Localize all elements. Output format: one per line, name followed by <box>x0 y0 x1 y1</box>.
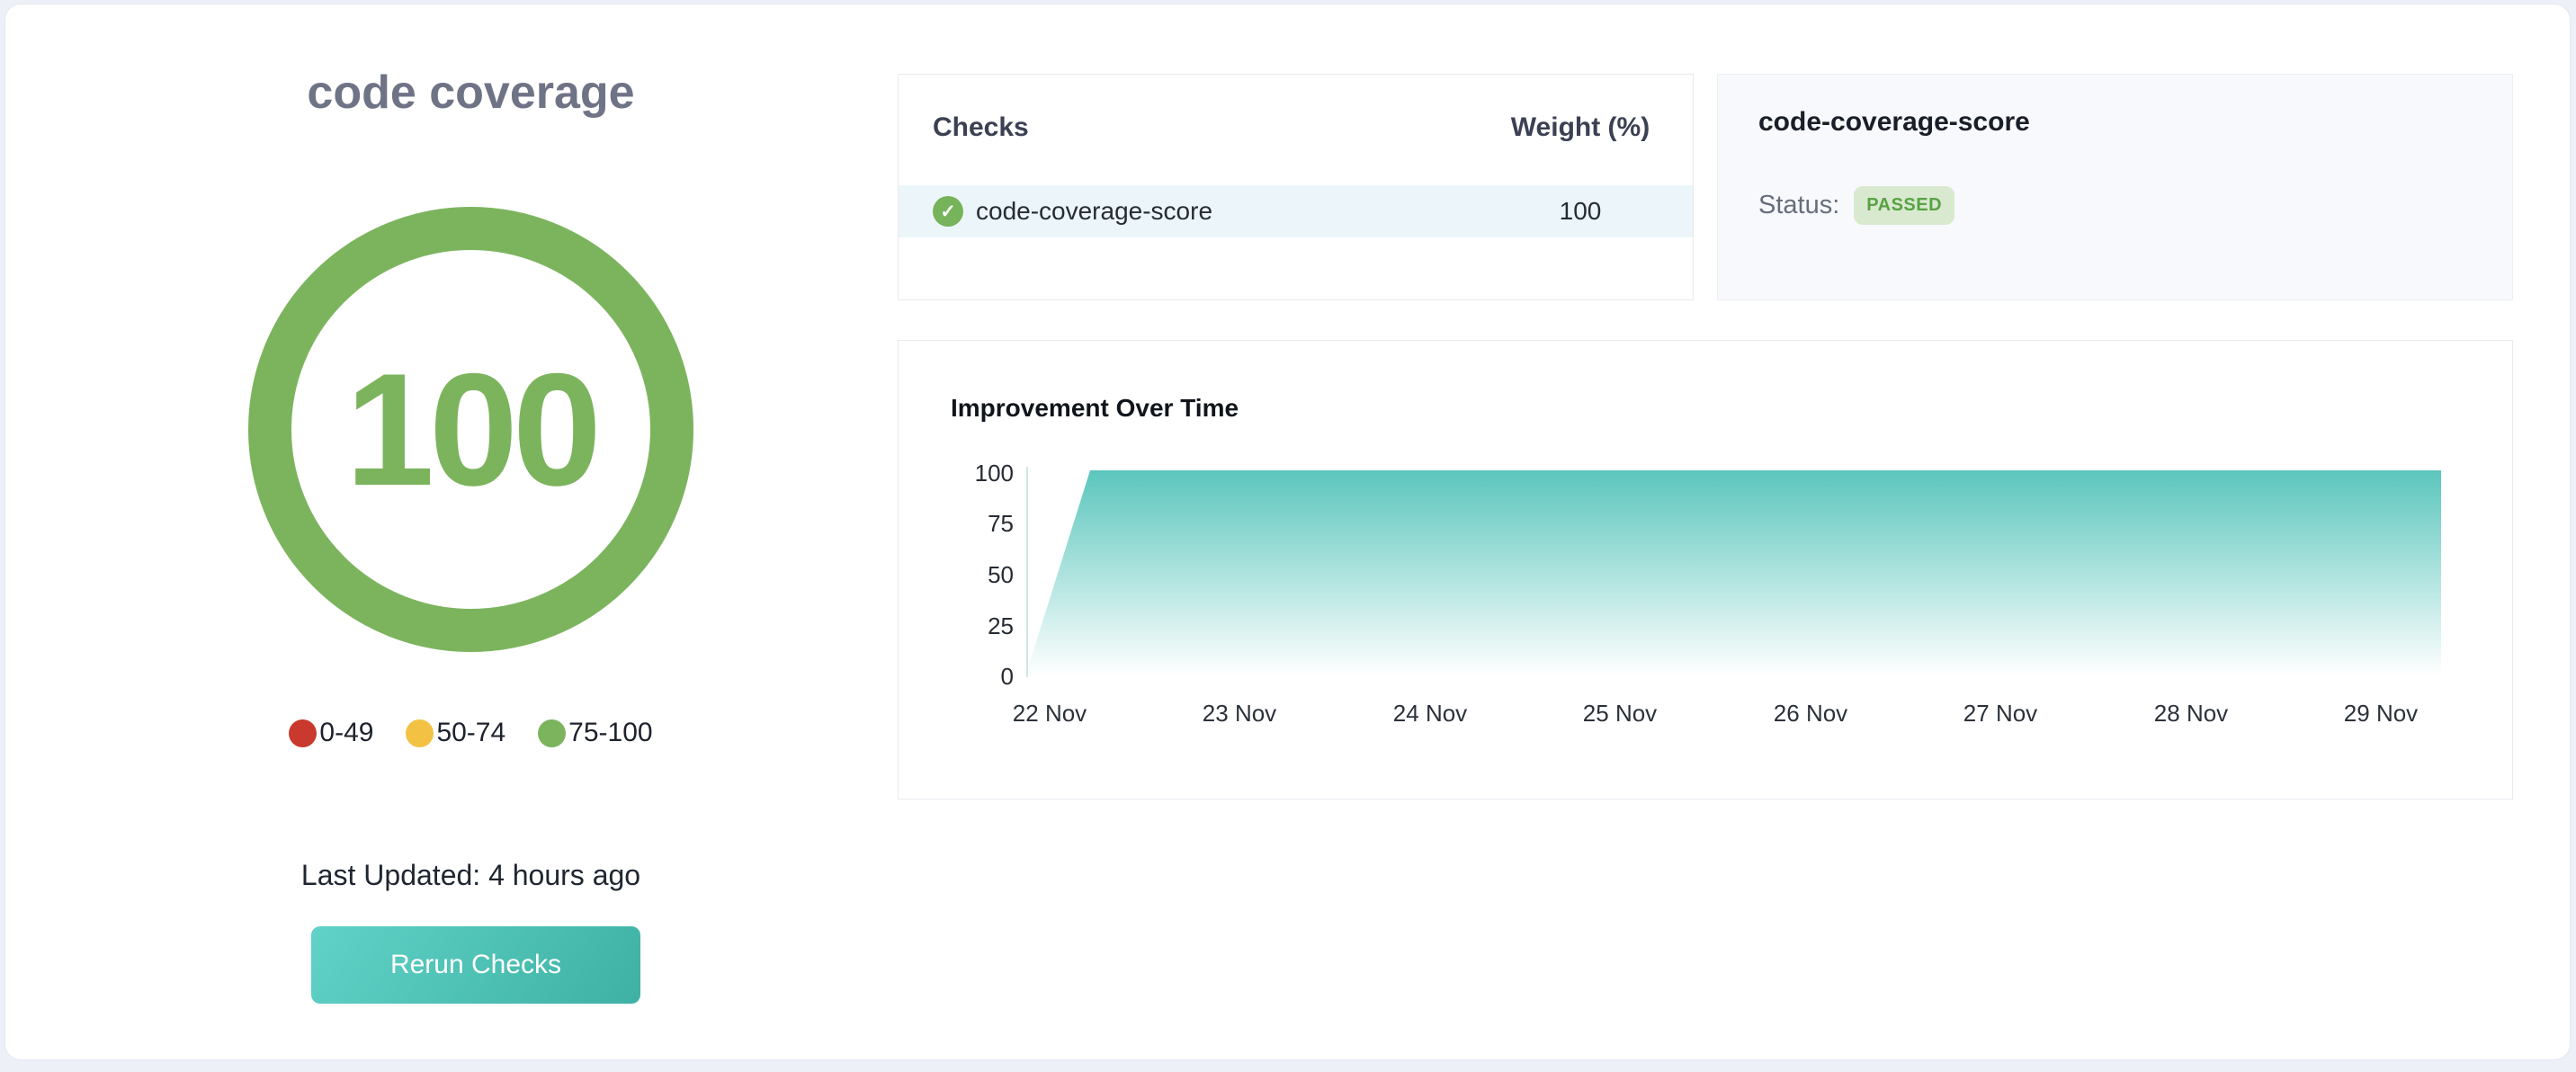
legend-label: 0-49 <box>319 718 373 748</box>
green-dot-icon <box>538 719 566 747</box>
x-tick-label: 29 Nov <box>2322 700 2439 727</box>
checks-column-header: Checks <box>933 112 1029 143</box>
dashboard-card: code coverage 100 0-49 50-74 75-100 Last… <box>4 4 2571 1060</box>
legend-item-low: 0-49 <box>289 718 373 748</box>
check-weight-value: 100 <box>1508 197 1652 226</box>
detail-title: code-coverage-score <box>1758 107 2030 138</box>
weight-column-header: Weight (%) <box>1508 112 1652 143</box>
x-tick-label: 27 Nov <box>1942 700 2059 727</box>
y-tick-label: 50 <box>915 561 1014 588</box>
legend-item-mid: 50-74 <box>406 718 505 748</box>
score-gauge: 100 <box>248 207 693 652</box>
x-tick-label: 24 Nov <box>1372 700 1489 727</box>
chart-title: Improvement Over Time <box>951 394 1239 423</box>
y-tick-label: 25 <box>915 612 1014 639</box>
y-tick-label: 100 <box>915 460 1014 487</box>
red-dot-icon <box>289 719 317 747</box>
table-row[interactable]: ✓ code-coverage-score 100 <box>899 185 1693 237</box>
status-label: Status: <box>1758 191 1839 220</box>
check-circle-icon: ✓ <box>933 196 963 227</box>
x-tick-label: 28 Nov <box>2133 700 2250 727</box>
x-tick-label: 26 Nov <box>1752 700 1869 727</box>
yellow-dot-icon <box>406 719 434 747</box>
area-series-code-coverage-score <box>1025 470 2441 676</box>
score-value: 100 <box>345 350 596 510</box>
legend-item-high: 75-100 <box>538 718 652 748</box>
x-tick-label: 22 Nov <box>991 700 1108 727</box>
score-legend: 0-49 50-74 75-100 <box>167 718 774 748</box>
status-badge: PASSED <box>1854 186 1954 225</box>
legend-label: 50-74 <box>436 718 505 748</box>
y-tick-label: 0 <box>915 663 1014 690</box>
y-tick-label: 75 <box>915 510 1014 537</box>
page-title: code coverage <box>167 66 774 120</box>
rerun-checks-button[interactable]: Rerun Checks <box>311 926 640 1004</box>
check-detail-card: code-coverage-score Status: PASSED <box>1717 74 2513 300</box>
improvement-chart-card: Improvement Over Time 100 75 50 25 0 22 … <box>898 340 2513 800</box>
checks-table-header: Checks Weight (%) <box>899 112 1693 143</box>
last-updated-text: Last Updated: 4 hours ago <box>167 859 774 892</box>
status-row: Status: PASSED <box>1758 186 1954 225</box>
checks-table-card: Checks Weight (%) ✓ code-coverage-score … <box>898 74 1694 300</box>
legend-label: 75-100 <box>568 718 652 748</box>
check-name: code-coverage-score <box>976 197 1212 226</box>
x-tick-label: 23 Nov <box>1181 700 1298 727</box>
x-tick-label: 25 Nov <box>1561 700 1678 727</box>
